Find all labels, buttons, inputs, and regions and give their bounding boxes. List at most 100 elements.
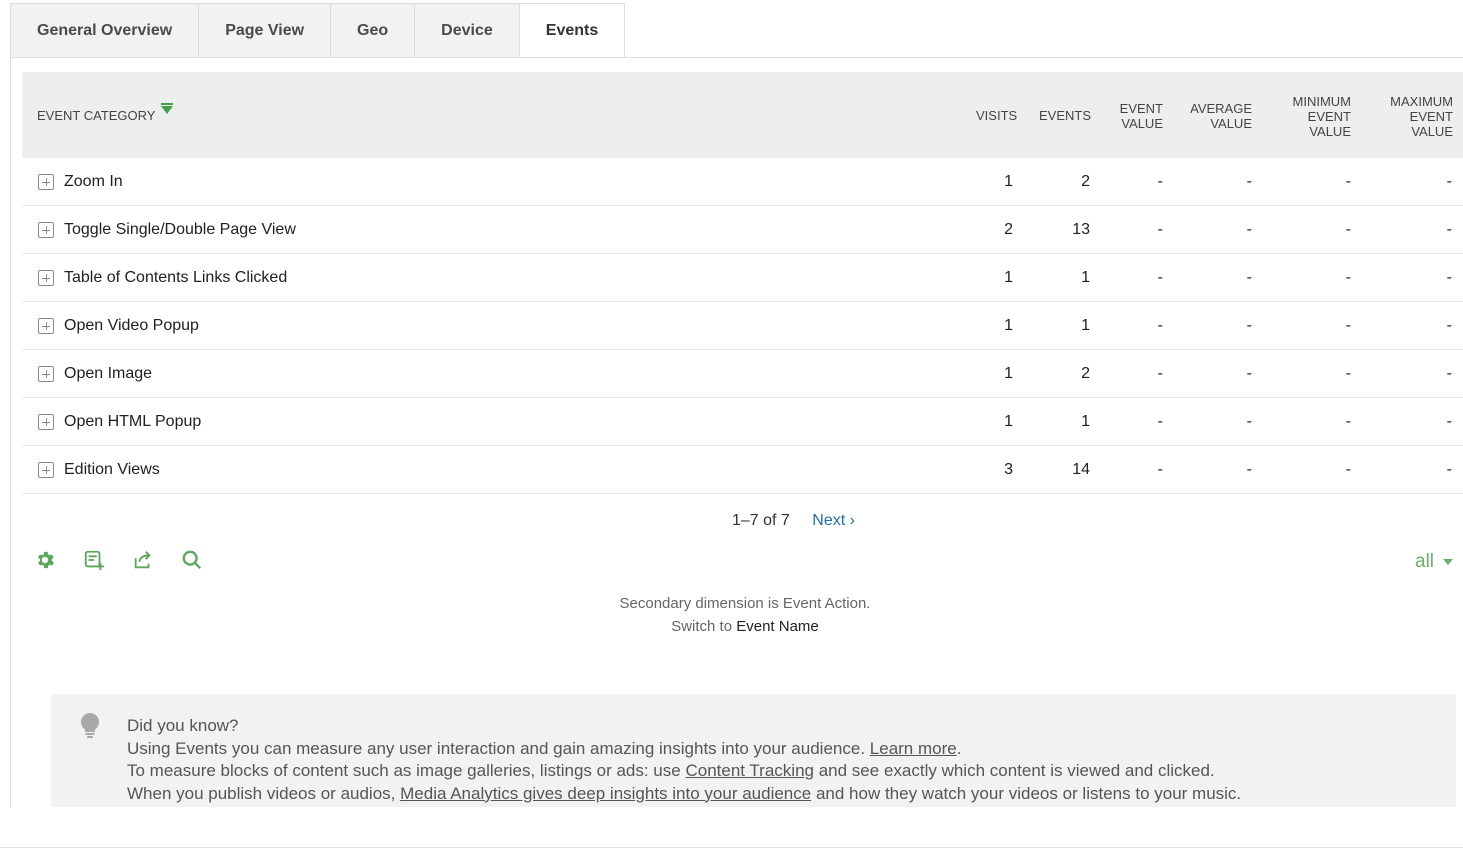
tab-device[interactable]: Device [414,3,520,57]
maximum-value: - [1446,269,1452,286]
column-event-category[interactable]: EVENT CATEGORY [37,102,174,123]
table-row[interactable]: Open Image 1 2 - - - - [22,350,1463,398]
tip-line3-suffix: and how they watch your videos or listen… [815,783,1242,803]
table-row[interactable]: Edition Views 3 14 - - - - [22,446,1463,494]
visits-value: 1 [1004,269,1013,286]
column-average-value[interactable]: AVERAGE VALUE [1190,101,1252,131]
maximum-value: - [1446,413,1452,430]
table-actions [33,548,203,571]
row-label: Edition Views [64,461,160,478]
minimum-value: - [1345,413,1351,430]
visits-value: 2 [1004,221,1013,238]
average-value: - [1246,317,1252,334]
event-value: - [1157,317,1163,334]
switch-to-event-name-link[interactable]: Event Name [736,618,819,635]
maximum-value: - [1446,461,1452,478]
expand-plus-icon[interactable] [38,366,54,382]
report-tabs: General Overview Page View Geo Device Ev… [10,3,626,58]
tab-general-overview[interactable]: General Overview [10,3,200,57]
expand-plus-icon[interactable] [38,318,54,334]
tab-page-view[interactable]: Page View [198,3,332,57]
lightbulb-icon [79,712,101,745]
minimum-value: - [1345,269,1351,286]
minimum-value: - [1345,461,1351,478]
table-row[interactable]: Toggle Single/Double Page View 2 13 - - … [22,206,1463,254]
table-row[interactable]: Open Video Popup 1 1 - - - - [22,302,1463,350]
row-limit-selector[interactable]: all [1415,551,1454,573]
pagination: 1–7 of 7 Next › [732,512,855,530]
column-events[interactable]: EVENTS [1038,108,1091,123]
next-page-link[interactable]: Next › [812,512,855,529]
tip-line2-suffix: and see exactly which content is viewed … [818,761,1215,780]
column-minimum-event-value[interactable]: MINIMUM EVENT VALUE [1284,94,1352,139]
table-row[interactable]: Zoom In 1 2 - - - - [22,158,1463,206]
average-value: - [1246,221,1252,238]
column-maximum-event-value[interactable]: MAXIMUM EVENT VALUE [1382,94,1453,139]
event-value: - [1157,269,1163,286]
tip-title: Did you know? [127,716,239,735]
visits-value: 1 [1004,365,1013,382]
row-label: Toggle Single/Double Page View [64,221,296,238]
table-row[interactable]: Table of Contents Links Clicked 1 1 - - … [22,254,1463,302]
events-value: 1 [1081,269,1090,286]
column-visits[interactable]: VISITS [976,108,1017,123]
gear-icon[interactable] [33,548,56,571]
row-limit-value: all [1415,551,1435,572]
secondary-dimension-info: Secondary dimension is Event Action. Swi… [0,592,1463,638]
search-icon[interactable] [180,548,203,571]
row-label: Zoom In [64,173,123,190]
row-label: Open Video Popup [64,317,199,334]
maximum-value: - [1446,221,1452,238]
tip-line3-prefix: When you publish videos or audios, [127,783,396,803]
expand-plus-icon[interactable] [38,222,54,238]
event-value: - [1157,413,1163,430]
sort-descending-icon[interactable] [161,102,174,114]
tip-line1: Using Events you can measure any user in… [127,738,866,758]
media-analytics-link[interactable]: Media Analytics gives deep insights into… [400,784,811,803]
average-value: - [1246,413,1252,430]
expand-plus-icon[interactable] [38,414,54,430]
tab-events[interactable]: Events [518,3,626,58]
events-table: EVENT CATEGORY VISITS EVENTS EVENT VALUE … [22,72,1463,494]
events-value: 1 [1081,317,1090,334]
column-event-value[interactable]: EVENT VALUE [1112,101,1163,131]
table-header: EVENT CATEGORY VISITS EVENTS EVENT VALUE … [22,72,1463,158]
minimum-value: - [1345,317,1351,334]
visits-value: 1 [1004,317,1013,334]
maximum-value: - [1446,317,1452,334]
export-icon[interactable] [131,548,154,571]
visits-value: 3 [1004,461,1013,478]
pagination-range: 1–7 of 7 [732,512,790,529]
tip-line2-prefix: To measure blocks of content such as ima… [127,761,681,780]
tab-divider [10,57,1463,58]
visits-value: 1 [1004,413,1013,430]
row-label: Open Image [64,365,153,382]
add-table-icon[interactable] [82,548,105,571]
average-value: - [1246,173,1252,190]
maximum-value: - [1446,365,1452,382]
expand-plus-icon[interactable] [38,174,54,190]
card-border [10,57,11,807]
tab-geo[interactable]: Geo [330,3,416,57]
secondary-dimension-text: Secondary dimension is Event Action. [619,595,871,612]
maximum-value: - [1446,173,1452,190]
learn-more-link[interactable]: Learn more [870,739,957,758]
chevron-down-icon [1443,559,1454,565]
event-value: - [1157,221,1163,238]
row-label: Table of Contents Links Clicked [64,269,288,286]
event-value: - [1157,173,1163,190]
expand-plus-icon[interactable] [38,462,54,478]
table-row[interactable]: Open HTML Popup 1 1 - - - - [22,398,1463,446]
event-value: - [1157,461,1163,478]
visits-value: 1 [1004,173,1013,190]
events-value: 2 [1081,173,1090,190]
expand-plus-icon[interactable] [38,270,54,286]
minimum-value: - [1345,173,1351,190]
did-you-know-tip: Did you know? Using Events you can measu… [51,694,1456,807]
event-value: - [1157,365,1163,382]
events-value: 2 [1081,365,1090,382]
content-tracking-link[interactable]: Content Tracking [685,761,814,780]
events-value: 1 [1081,413,1090,430]
average-value: - [1246,365,1252,382]
average-value: - [1246,269,1252,286]
